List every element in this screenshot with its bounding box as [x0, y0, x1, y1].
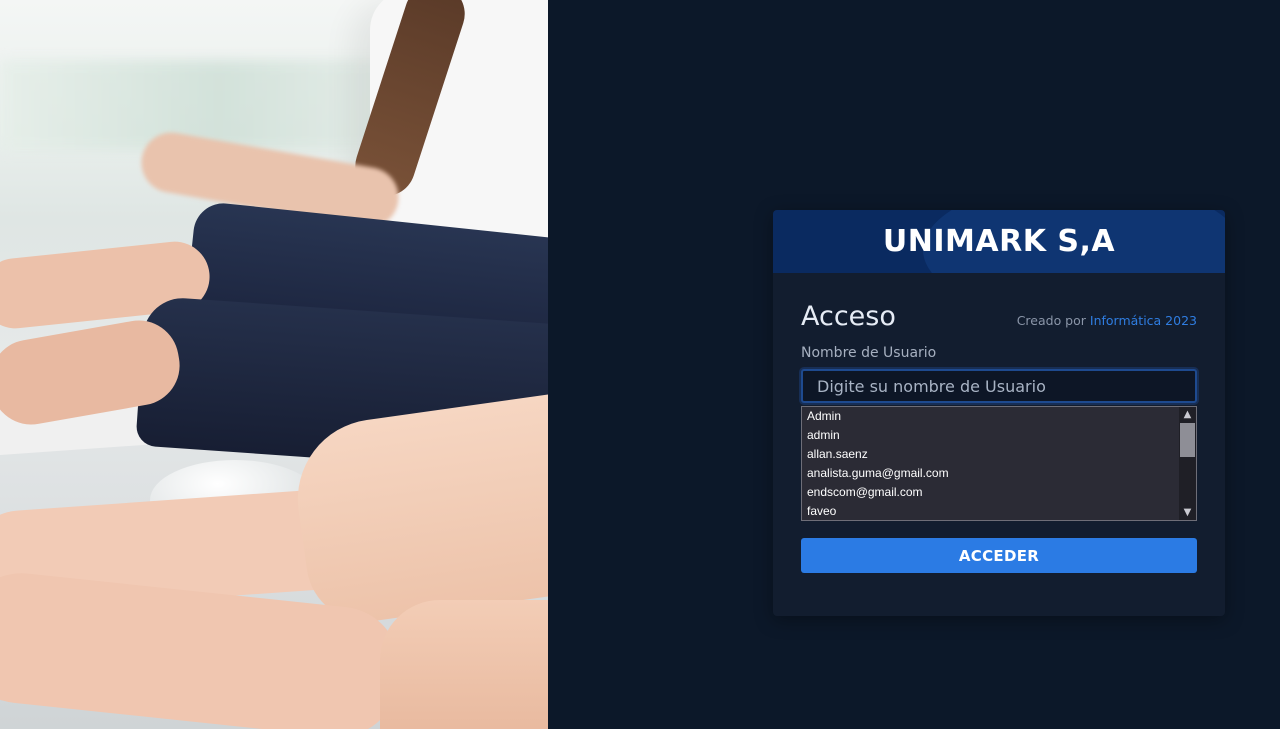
autocomplete-option[interactable]: Admin — [802, 407, 1179, 426]
photo-peach-sleeve — [380, 600, 548, 729]
autocomplete-option[interactable]: admin — [802, 426, 1179, 445]
login-card: UNIMARK S,A Acceso Creado por Informátic… — [773, 210, 1225, 616]
page-heading: Acceso — [801, 301, 896, 332]
scroll-down-icon[interactable]: ▼ — [1179, 505, 1196, 520]
autocomplete-option[interactable]: endscom@gmail.com — [802, 483, 1179, 502]
login-page: UNIMARK S,A Acceso Creado por Informátic… — [0, 0, 1280, 729]
heading-row: Acceso Creado por Informática 2023 — [801, 301, 1197, 337]
autocomplete-list: Admin admin allan.saenz analista.guma@gm… — [802, 407, 1179, 520]
autocomplete-option[interactable]: analista.guma@gmail.com — [802, 464, 1179, 483]
acceder-button[interactable]: ACCEDER — [801, 538, 1197, 573]
username-label: Nombre de Usuario — [801, 345, 937, 361]
scroll-up-icon[interactable]: ▲ — [1179, 407, 1196, 422]
credit-prefix: Creado por — [1016, 313, 1090, 328]
autocomplete-option[interactable]: allan.saenz — [802, 445, 1179, 464]
username-input[interactable] — [801, 369, 1197, 403]
credit-text: Creado por Informática 2023 — [1017, 313, 1197, 328]
username-field-wrap — [801, 369, 1197, 403]
credit-link[interactable]: Informática 2023 — [1090, 313, 1197, 328]
autocomplete-option[interactable]: faveo — [802, 502, 1179, 520]
card-header: UNIMARK S,A — [773, 210, 1225, 273]
scroll-thumb[interactable] — [1180, 423, 1195, 457]
autocomplete-dropdown: Admin admin allan.saenz analista.guma@gm… — [801, 406, 1197, 521]
office-photo — [0, 0, 548, 729]
dropdown-scrollbar[interactable]: ▲ ▼ — [1179, 407, 1196, 520]
brand-title: UNIMARK S,A — [882, 224, 1116, 259]
